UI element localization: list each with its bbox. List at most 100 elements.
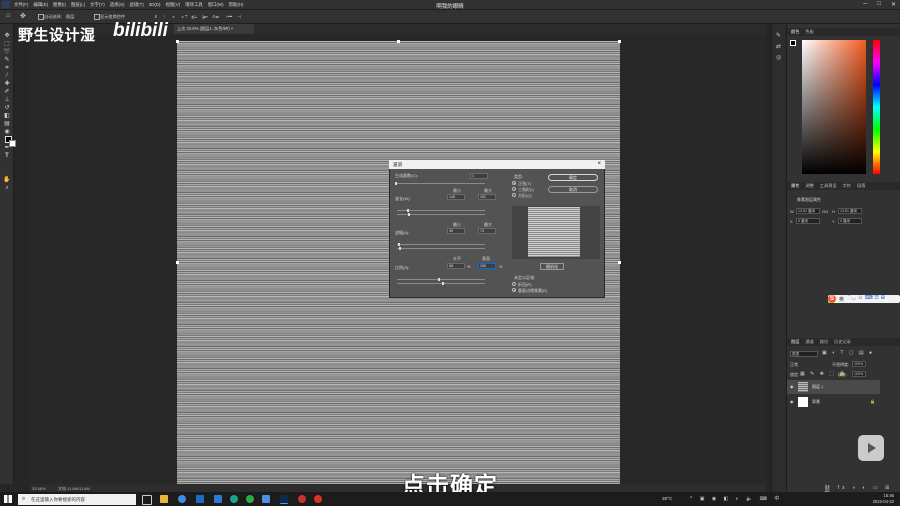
transform-handle-top[interactable] [397, 39, 400, 43]
distribute-icons[interactable]: ⟙ ⟘ ⟛ ⟚ ⊢ ⊣ [185, 14, 244, 19]
amplitude-max-thumb[interactable] [399, 247, 401, 250]
maximize-icon[interactable]: □ [877, 1, 881, 8]
close-window-icon[interactable]: ✕ [891, 1, 896, 8]
file-explorer-icon[interactable] [160, 495, 168, 503]
dialog-close-icon[interactable]: × [597, 161, 601, 167]
healing-icon[interactable]: ✚ [3, 81, 11, 87]
menu-image[interactable]: 图像(I) [53, 2, 66, 8]
fill-input[interactable]: 100% [852, 371, 866, 377]
scale-h-input[interactable]: 88 [447, 263, 465, 269]
scale-v-input[interactable]: 100 [478, 263, 496, 269]
adjust-icon[interactable]: ⇄ [776, 43, 781, 50]
layer-name[interactable]: 背景 [812, 399, 820, 405]
mail-icon[interactable] [214, 495, 222, 503]
tray-icons[interactable]: ^ ▣ ◉ ◧ ◐ 🔈 ⌨ 中 [690, 495, 782, 502]
tab-history[interactable]: 历史记录 [834, 338, 851, 346]
bilibili-play-icon[interactable] [858, 435, 884, 461]
blend-mode-select[interactable]: 正常 [790, 362, 798, 368]
stamp-icon[interactable]: ⊥ [3, 97, 11, 103]
w-input[interactable]: 13.81 厘米 [796, 208, 820, 214]
tab-character[interactable]: 字符 [843, 182, 851, 190]
task-view-icon[interactable] [142, 495, 152, 505]
netease-icon[interactable] [314, 495, 322, 503]
quick-select-icon[interactable]: ✎ [3, 57, 11, 63]
wavelength-max-input[interactable]: 151 [478, 194, 496, 200]
amplitude-max-input[interactable]: 74 [478, 228, 496, 234]
scale-h-slider[interactable] [397, 279, 485, 280]
photoshop-taskbar-icon[interactable] [280, 495, 288, 504]
wrap-around-radio[interactable] [512, 282, 516, 286]
music-app-icon[interactable] [298, 495, 306, 503]
transform-handle-top-right[interactable] [618, 39, 621, 43]
type-icon[interactable]: T [3, 153, 11, 159]
sogou-lang[interactable]: 英 [839, 296, 844, 303]
wavelength-min-thumb[interactable] [407, 209, 409, 212]
menu-select[interactable]: 选择(S) [110, 2, 125, 8]
tab-paths[interactable]: 路径 [820, 338, 828, 346]
tab-properties[interactable]: 属性 [791, 182, 799, 190]
eyedropper-icon[interactable]: ⁄ [3, 73, 11, 79]
amplitude-max-slider[interactable] [397, 248, 485, 249]
browser-icon[interactable] [230, 495, 238, 503]
wavelength-max-slider[interactable] [397, 214, 485, 215]
menu-file[interactable]: 文件(F) [14, 2, 28, 8]
tab-swatches[interactable]: 色板 [805, 28, 813, 36]
tab-layers[interactable]: 图层 [791, 338, 799, 346]
brush-settings-icon[interactable]: ✎ [776, 32, 781, 39]
lasso-icon[interactable]: ➰ [3, 49, 11, 55]
minimize-icon[interactable]: ─ [863, 1, 867, 8]
scale-v-slider[interactable] [397, 283, 485, 284]
layer-row[interactable]: ◉ 图层 1 [787, 380, 880, 394]
tab-adjustments[interactable]: 调整 [805, 182, 813, 190]
wavelength-min-input[interactable]: 145 [447, 194, 465, 200]
zoom-icon[interactable]: ⌕ [3, 185, 11, 191]
sogou-ime-bar[interactable]: S 英 ˚◡☺⌨☰⊞ [828, 295, 900, 303]
wechat-icon[interactable] [246, 495, 254, 503]
menu-3d[interactable]: 3D(D) [149, 2, 161, 8]
layer-name[interactable]: 图层 1 [812, 384, 823, 390]
edge-icon[interactable] [178, 495, 186, 503]
crop-icon[interactable]: ⌗ [3, 65, 11, 71]
move-icon[interactable]: ✥ [3, 33, 11, 39]
opacity-input[interactable]: 100% [852, 361, 866, 367]
amplitude-min-thumb[interactable] [398, 243, 400, 246]
layer-kind-filter[interactable]: 类型 [790, 351, 818, 357]
marquee-icon[interactable]: ⬚ [3, 41, 11, 47]
tab-tool-presets[interactable]: 工具预设 [820, 182, 837, 190]
cancel-button[interactable]: 取消 [548, 186, 598, 193]
taskbar-clock[interactable]: 15:46 2022-04-22 [873, 493, 894, 504]
blur-icon[interactable]: ◉ [3, 129, 11, 135]
transform-handle-top-left[interactable] [175, 39, 179, 43]
tab-channels[interactable]: 通道 [805, 338, 813, 346]
windows-start-icon[interactable] [4, 495, 12, 503]
scale-v-thumb[interactable] [442, 282, 444, 285]
brush-icon[interactable]: ✐ [3, 89, 11, 95]
menu-type[interactable]: 文字(Y) [90, 2, 105, 8]
clone-source-icon[interactable]: ◎ [776, 54, 781, 61]
photoshop-logo-icon[interactable] [2, 1, 10, 8]
menu-edit[interactable]: 编辑(E) [33, 2, 48, 8]
document-tab-close-icon[interactable]: × [231, 26, 233, 31]
menu-filter[interactable]: 滤镜(T) [129, 2, 143, 8]
menu-view[interactable]: 视图(V) [166, 2, 181, 8]
type-sine-radio[interactable] [512, 181, 516, 185]
transform-handle-right[interactable] [618, 261, 621, 264]
repeat-edge-radio[interactable] [512, 288, 516, 292]
layer-filter-icons[interactable]: ▣ ◐ T ▢ ▤ ● [822, 350, 874, 356]
eraser-icon[interactable]: ◧ [3, 113, 11, 119]
generators-slider-thumb[interactable] [395, 182, 397, 185]
menu-plugins[interactable]: 增效工具 [185, 2, 203, 8]
history-brush-icon[interactable]: ↺ [3, 105, 11, 111]
menu-window[interactable]: 窗口(W) [208, 2, 224, 8]
store-icon[interactable] [196, 495, 204, 503]
amplitude-min-input[interactable]: 49 [447, 228, 465, 234]
menu-help[interactable]: 帮助(H) [229, 2, 244, 8]
sogou-tools-icons[interactable]: ˚◡☺⌨☰⊞ [848, 295, 887, 301]
layer-row[interactable]: ◉ 背景 🔒 [787, 395, 880, 409]
gradient-icon[interactable]: ▤ [3, 121, 11, 127]
scale-h-thumb[interactable] [438, 278, 440, 281]
ok-button[interactable]: 确定 [548, 174, 598, 181]
amplitude-min-slider[interactable] [397, 244, 485, 245]
move-tool-icon[interactable]: ✥ [20, 12, 26, 20]
background-color-swatch[interactable] [9, 140, 16, 147]
